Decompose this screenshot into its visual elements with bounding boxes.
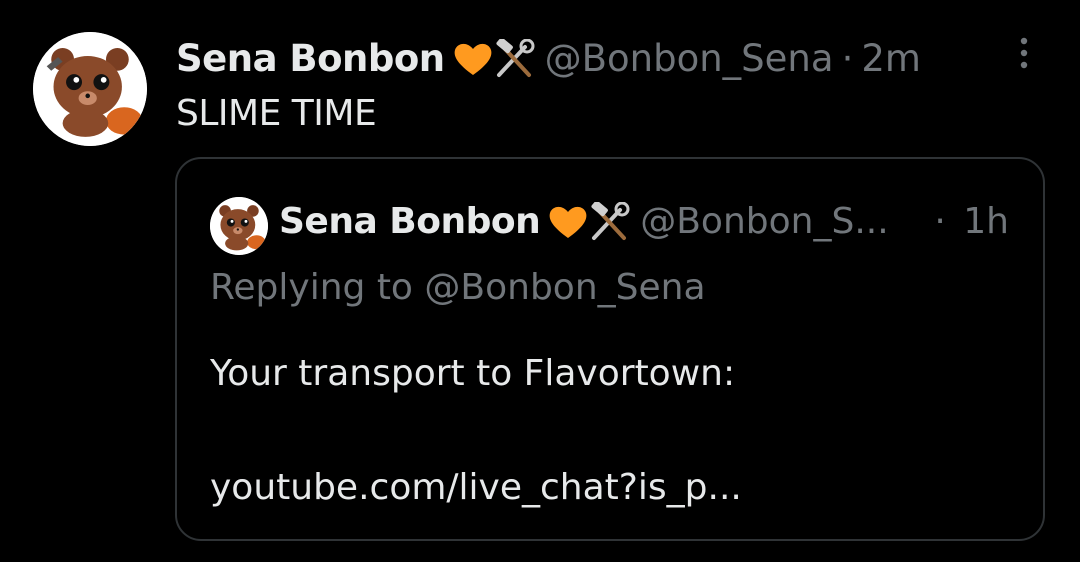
quote-avatar: [210, 197, 268, 255]
quote-body-text: Your transport to Flavortown:: [210, 353, 736, 394]
hammer-and-wrench-icon: [496, 39, 535, 77]
more-vertical-icon: [1020, 37, 1028, 69]
quote-separator-dot: ·: [934, 201, 946, 242]
quote-time-group: · 1h: [934, 199, 1009, 245]
tweet-header: Sena Bonbon @Bonbon_Sena · 2m: [176, 36, 921, 82]
quote-link[interactable]: youtube.com/live_chat?is_p...: [210, 465, 742, 511]
orange-heart-icon: [549, 206, 587, 238]
more-options-button[interactable]: [1014, 36, 1034, 70]
separator-dot: ·: [841, 37, 854, 80]
quote-display-name: Sena Bonbon: [279, 201, 541, 242]
replying-to-label: Replying to @Bonbon_Sena: [210, 267, 706, 308]
hammer-and-wrench-icon: [591, 202, 630, 240]
timestamp[interactable]: 2m: [861, 36, 921, 82]
avatar[interactable]: [33, 32, 147, 146]
bear-avatar-icon: [33, 32, 147, 146]
tweet-text: SLIME TIME: [176, 93, 377, 134]
quote-timestamp: 1h: [963, 201, 1009, 242]
handle[interactable]: @Bonbon_Sena: [545, 36, 834, 82]
display-name[interactable]: Sena Bonbon: [176, 36, 445, 82]
orange-heart-icon: [454, 43, 492, 75]
bear-avatar-icon: [210, 197, 268, 255]
quote-handle: @Bonbon_S...: [640, 201, 889, 242]
name-emojis: [453, 39, 535, 79]
quote-tweet-card[interactable]: Sena Bonbon @Bonbon_S... · 1h Replying t…: [175, 157, 1045, 541]
quote-header: Sena Bonbon @Bonbon_S...: [279, 199, 889, 245]
quote-name-emojis: [548, 202, 630, 242]
